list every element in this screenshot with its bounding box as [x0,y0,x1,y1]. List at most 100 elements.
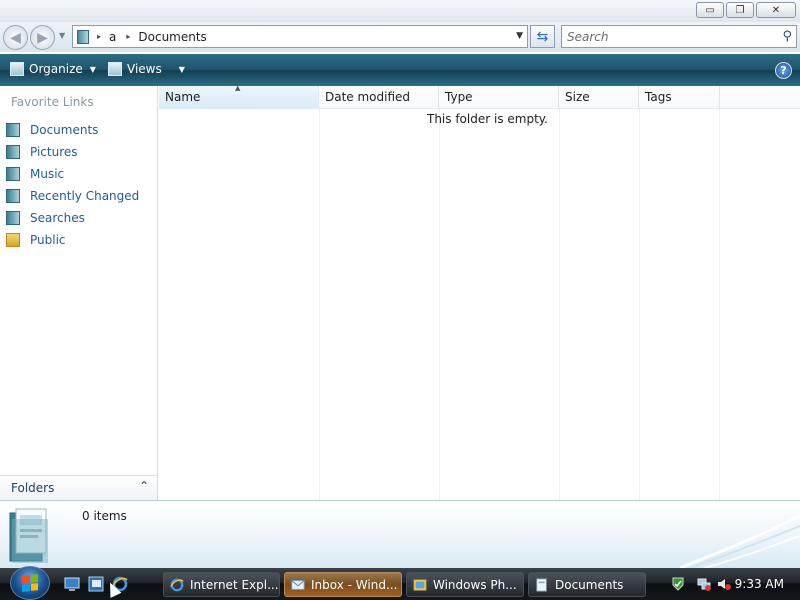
search-input[interactable] [567,29,767,44]
column-divider [559,109,560,500]
back-button[interactable]: ◀ [3,25,28,50]
search-box[interactable]: ⚲ [561,25,797,48]
favorite-link-public[interactable]: Public [6,229,139,251]
breadcrumb-item[interactable]: Documents [138,30,206,44]
taskbar-button-label: Inbox - Wind... [311,577,398,592]
recent-pages-dropdown[interactable]: ▼ [59,31,65,40]
breadcrumb-item[interactable]: a [109,30,116,44]
taskbar-button-label: Internet Expl... [190,577,279,592]
chevron-up-icon[interactable]: ⌃ [139,479,149,493]
address-dropdown-icon[interactable]: ▼ [516,31,523,41]
column-divider [639,109,640,500]
show-desktop-icon[interactable] [64,576,80,592]
sort-ascending-icon: ▲ [235,84,241,92]
back-arrow-icon: ◀ [10,29,21,46]
column-header-label: Name [165,90,201,104]
empty-folder-message: This folder is empty. [427,112,548,126]
folders-toggle[interactable]: Folders ⌃ [0,475,157,500]
chevron-down-icon: ▼ [89,64,96,74]
column-header-label: Size [565,90,590,104]
public-folder-icon [6,233,20,247]
favorite-link-label: Recently Changed [30,189,140,203]
windows-mail-icon [291,579,305,590]
start-button[interactable] [10,566,50,600]
command-bar: Organize ▼ Views ▼ ? [0,54,800,86]
breadcrumb-separator-icon[interactable]: ▸ [126,32,130,41]
address-bar[interactable]: ▸ a ▸ Documents ▼ [72,25,528,48]
close-button[interactable]: ✕ [756,2,796,18]
column-divider [719,109,720,500]
views-icon [108,62,122,76]
details-pane: 0 items [0,500,800,568]
column-header-size[interactable]: Size [559,86,639,109]
decorative-swoosh [680,514,800,568]
taskbar-button-windows-mail[interactable]: Inbox - Wind... [284,572,402,597]
volume-muted-icon[interactable] [716,576,732,592]
column-header-type[interactable]: Type [439,86,559,109]
taskbar-button-documents[interactable]: Documents [528,572,646,597]
column-headers: ▲ Name Date modified Type Size Tags [159,84,800,109]
favorite-link-label: Documents [30,123,99,137]
recently-changed-icon [6,189,20,203]
chevron-down-icon: ▼ [178,64,185,74]
switch-windows-icon[interactable] [88,576,104,592]
column-header-label: Type [445,90,473,104]
internet-explorer-icon [170,578,184,591]
address-row: ◀ ▶ ▼ ▸ a ▸ Documents ▼ ⇆ ⚲ [0,22,800,52]
favorite-link-searches[interactable]: Searches [6,207,139,229]
favorite-links-heading: Favorite Links [11,95,94,109]
favorite-link-label: Public [30,233,66,247]
windows-photo-gallery-icon [413,578,427,591]
favorite-link-recently-changed[interactable]: Recently Changed [6,185,139,207]
refresh-button[interactable]: ⇆ [530,25,555,48]
favorite-link-label: Searches [30,211,85,225]
documents-library-icon [9,508,48,563]
column-header-tags[interactable]: Tags [639,86,720,109]
magnifier-icon[interactable]: ⚲ [782,29,792,44]
documents-icon [6,123,20,137]
taskbar: Internet Expl... Inbox - Wind... Windows… [0,566,800,600]
views-label: Views [127,62,162,76]
documents-folder-icon [536,577,547,592]
favorite-link-music[interactable]: Music [6,163,139,185]
system-clock[interactable]: 9:33 AM [735,577,784,591]
favorite-links-list: Documents Pictures Music Recently Change… [6,119,139,251]
column-divider [319,109,320,500]
favorite-link-label: Pictures [30,145,78,159]
forward-arrow-icon: ▶ [37,29,48,46]
windows-logo-icon [22,574,38,592]
taskbar-button-internet-explorer[interactable]: Internet Expl... [163,572,280,597]
column-header-name[interactable]: ▲ Name [159,84,319,109]
views-button[interactable]: Views ▼ [108,62,185,76]
system-tray: 9:33 AM [660,568,800,600]
help-button[interactable]: ? [775,62,792,79]
folders-label: Folders [11,481,55,495]
organize-button[interactable]: Organize ▼ [10,62,96,76]
favorite-link-documents[interactable]: Documents [6,119,139,141]
taskbar-button-label: Documents [555,577,624,592]
taskbar-button-windows-photo-gallery[interactable]: Windows Ph... [406,572,524,597]
documents-folder-icon [77,29,89,44]
column-divider [439,109,440,500]
network-disconnected-icon[interactable] [696,576,712,592]
column-header-label: Date modified [325,90,411,104]
navigation-pane: Favorite Links Documents Pictures Music … [0,86,158,500]
music-icon [6,167,20,181]
maximize-button[interactable]: ❐ [726,2,754,18]
file-list: ▲ Name Date modified Type Size Tags This… [159,84,800,500]
refresh-icon: ⇆ [536,28,549,45]
minimize-button[interactable]: ▭ [696,2,724,18]
taskbar-button-label: Windows Ph... [433,577,517,592]
organize-icon [10,62,24,76]
security-center-icon[interactable] [670,576,686,592]
favorite-link-label: Music [30,167,65,181]
searches-icon [6,211,20,225]
window-title-bar: ▭ ❐ ✕ [0,0,800,22]
column-header-date-modified[interactable]: Date modified [319,86,439,109]
forward-button[interactable]: ▶ [30,25,55,50]
item-count: 0 items [82,509,127,523]
column-header-label: Tags [645,90,672,104]
favorite-link-pictures[interactable]: Pictures [6,141,139,163]
breadcrumb-separator-icon[interactable]: ▸ [97,32,101,41]
window-controls: ▭ ❐ ✕ [696,2,796,18]
